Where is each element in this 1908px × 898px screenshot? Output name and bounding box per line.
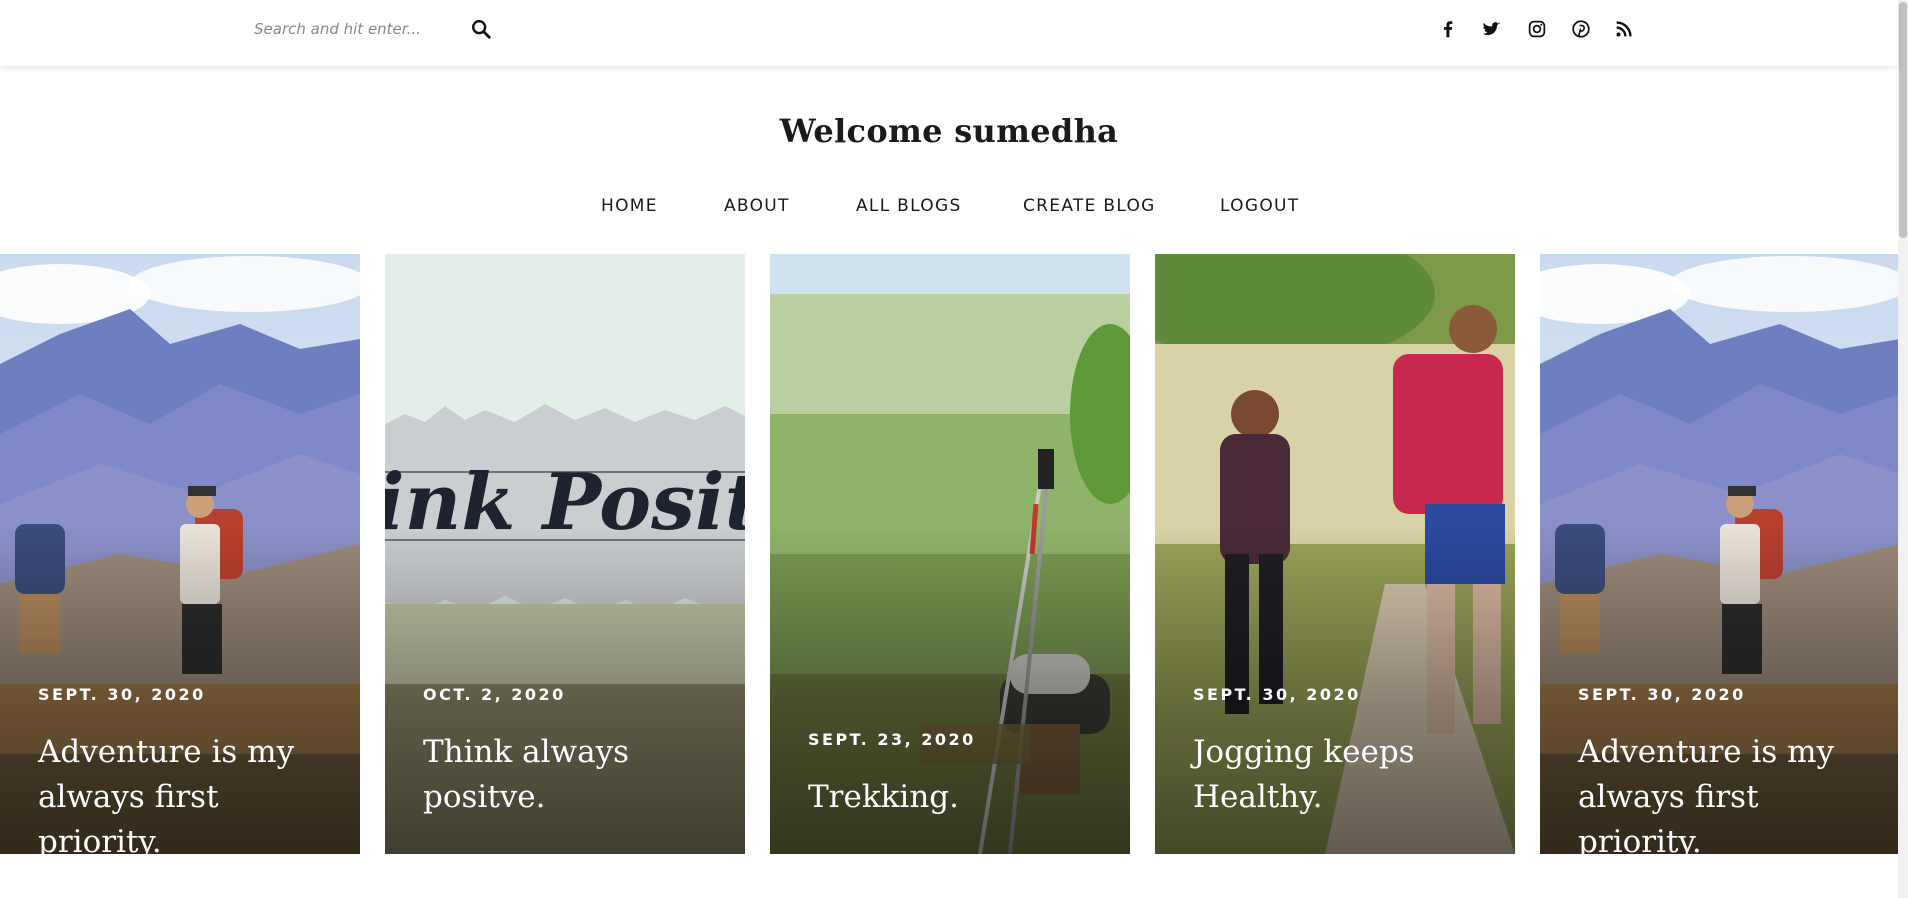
twitter-icon[interactable] — [1481, 18, 1503, 40]
nav-logout[interactable]: LOGOUT — [1220, 196, 1299, 216]
nav-about[interactable]: ABOUT — [724, 196, 790, 216]
search-icon[interactable] — [470, 18, 492, 40]
post-title[interactable]: Adventure is my always first priority. — [1578, 730, 1878, 854]
facebook-icon[interactable] — [1437, 18, 1459, 40]
rss-icon[interactable] — [1613, 18, 1635, 40]
post-card[interactable]: SEPT. 30, 2020 Adventure is my always fi… — [1540, 254, 1900, 854]
main-nav: HOME ABOUT ALL BLOGS CREATE BLOG LOGOUT — [0, 196, 1898, 222]
instagram-icon[interactable] — [1526, 18, 1548, 40]
page-scrollbar[interactable] — [1898, 0, 1908, 898]
post-date: OCT. 2, 2020 — [423, 685, 566, 704]
featured-posts-carousel: SEPT. 30, 2020 Adventure is my always fi… — [0, 254, 1900, 854]
post-title[interactable]: Jogging keeps Healthy. — [1193, 730, 1493, 820]
nav-all-blogs[interactable]: ALL BLOGS — [856, 196, 962, 216]
post-title[interactable]: Adventure is my always first priority. — [38, 730, 338, 854]
site-title: Welcome sumedha — [779, 112, 1119, 150]
post-date: SEPT. 23, 2020 — [808, 730, 976, 749]
search-input[interactable] — [254, 17, 464, 41]
top-bar — [0, 0, 1898, 66]
post-card[interactable]: SEPT. 30, 2020 Jogging keeps Healthy. — [1155, 254, 1515, 854]
scrollbar-thumb[interactable] — [1899, 2, 1907, 238]
post-card[interactable]: SEPT. 30, 2020 Adventure is my always fi… — [0, 254, 360, 854]
post-card[interactable]: SEPT. 23, 2020 Trekking. — [770, 254, 1130, 854]
nav-create-blog[interactable]: CREATE BLOG — [1023, 196, 1156, 216]
post-date: SEPT. 30, 2020 — [1578, 685, 1746, 704]
post-date: SEPT. 30, 2020 — [1193, 685, 1361, 704]
post-title[interactable]: Trekking. — [808, 775, 1108, 820]
post-card[interactable]: ink Positi OCT. 2, 2020 Think always pos… — [385, 254, 745, 854]
post-title[interactable]: Think always positve. — [423, 730, 723, 820]
nav-home[interactable]: HOME — [601, 196, 658, 216]
post-date: SEPT. 30, 2020 — [38, 685, 206, 704]
card-overlay — [770, 254, 1130, 854]
pinterest-icon[interactable] — [1570, 18, 1592, 40]
